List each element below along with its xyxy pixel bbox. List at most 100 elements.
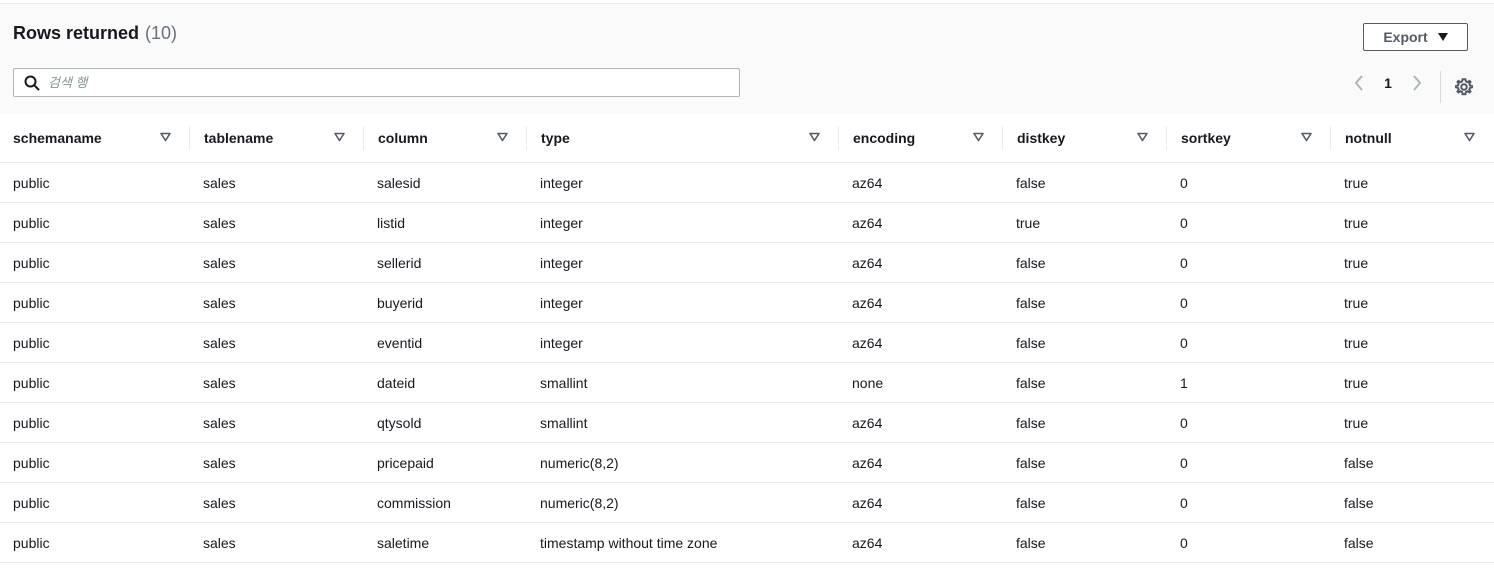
table-cell-sortkey: 0 — [1167, 402, 1331, 443]
table-cell-tablename: sales — [190, 402, 364, 443]
table-cell-type: smallint — [527, 362, 839, 403]
next-page-button[interactable] — [1406, 70, 1428, 96]
table-cell-encoding: az64 — [839, 282, 1003, 323]
sort-triangle-icon[interactable] — [973, 132, 984, 142]
table-row: public sales dateid smallint none false 1 true — [0, 362, 1494, 403]
table-cell-tablename: sales — [190, 362, 364, 403]
previous-page-button[interactable] — [1348, 70, 1370, 96]
sort-triangle-icon[interactable] — [1301, 132, 1312, 142]
column-header-column[interactable]: column — [364, 114, 527, 163]
table-cell-column: sellerid — [364, 242, 527, 283]
table-cell-tablename: sales — [190, 282, 364, 323]
table-cell-encoding: az64 — [839, 402, 1003, 443]
table-cell-encoding: az64 — [839, 322, 1003, 363]
table-cell-column: listid — [364, 202, 527, 243]
table-cell-encoding: az64 — [839, 482, 1003, 523]
table-cell-type: timestamp without time zone — [527, 522, 839, 563]
sort-triangle-icon[interactable] — [1464, 132, 1475, 142]
caret-down-icon — [1437, 33, 1448, 41]
table-cell-schemaname: public — [0, 402, 190, 443]
column-header-sortkey[interactable]: sortkey — [1167, 114, 1331, 163]
table-cell-distkey: false — [1003, 442, 1167, 483]
table-cell-schemaname: public — [0, 322, 190, 363]
table-cell-schemaname: public — [0, 482, 190, 523]
table-cell-schemaname: public — [0, 242, 190, 283]
table-cell-column: eventid — [364, 322, 527, 363]
table-row: public sales eventid integer az64 false 0 true — [0, 322, 1494, 363]
table-cell-type: integer — [527, 162, 839, 203]
table-cell-type: integer — [527, 322, 839, 363]
column-header-tablename[interactable]: tablename — [190, 114, 364, 163]
current-page-number[interactable]: 1 — [1370, 75, 1406, 91]
table-cell-sortkey: 0 — [1167, 322, 1331, 363]
table-cell-schemaname: public — [0, 202, 190, 243]
column-header-label: encoding — [853, 130, 916, 146]
table-cell-notnull: true — [1331, 202, 1494, 243]
table-cell-schemaname: public — [0, 522, 190, 563]
column-header-type[interactable]: type — [527, 114, 839, 163]
table-cell-notnull: true — [1331, 162, 1494, 203]
table-cell-schemaname: public — [0, 282, 190, 323]
table-cell-sortkey: 0 — [1167, 202, 1331, 243]
table-cell-tablename: sales — [190, 522, 364, 563]
table-cell-tablename: sales — [190, 322, 364, 363]
table-cell-notnull: false — [1331, 482, 1494, 523]
sort-triangle-icon[interactable] — [334, 132, 345, 142]
column-header-notnull[interactable]: notnull — [1331, 114, 1494, 163]
chevron-left-icon — [1354, 75, 1363, 91]
export-button[interactable]: Export — [1363, 23, 1468, 51]
search-input[interactable] — [48, 72, 728, 93]
column-header-encoding[interactable]: encoding — [839, 114, 1003, 163]
table-cell-encoding: az64 — [839, 442, 1003, 483]
export-button-label: Export — [1383, 29, 1428, 45]
table-cell-distkey: false — [1003, 282, 1167, 323]
table-row: public sales sellerid integer az64 false 0 true — [0, 242, 1494, 283]
table-cell-type: numeric(8,2) — [527, 482, 839, 523]
table-cell-sortkey: 0 — [1167, 162, 1331, 203]
table-cell-distkey: false — [1003, 522, 1167, 563]
table-cell-notnull: true — [1331, 242, 1494, 283]
sort-triangle-icon[interactable] — [1137, 132, 1148, 142]
chevron-right-icon — [1413, 75, 1422, 91]
column-header-distkey[interactable]: distkey — [1003, 114, 1167, 163]
table-cell-column: commission — [364, 482, 527, 523]
table-cell-column: salesid — [364, 162, 527, 203]
table-cell-column: saletime — [364, 522, 527, 563]
results-header: Rows returned(10) Export 1 — [0, 4, 1494, 115]
table-header-row: schemaname tablename column type encoding dis… — [0, 114, 1494, 163]
sort-triangle-icon[interactable] — [497, 132, 508, 142]
search-icon — [24, 75, 40, 91]
table-cell-type: numeric(8,2) — [527, 442, 839, 483]
table-cell-column: qtysold — [364, 402, 527, 443]
table-cell-encoding: az64 — [839, 162, 1003, 203]
table-cell-schemaname: public — [0, 442, 190, 483]
preferences-button[interactable] — [1454, 77, 1474, 97]
table-cell-type: integer — [527, 202, 839, 243]
table-cell-distkey: false — [1003, 242, 1167, 283]
table-cell-sortkey: 0 — [1167, 242, 1331, 283]
table-cell-encoding: az64 — [839, 202, 1003, 243]
table-cell-sortkey: 0 — [1167, 282, 1331, 323]
table-row: public sales pricepaid numeric(8,2) az64 fals… — [0, 442, 1494, 483]
table-cell-encoding: none — [839, 362, 1003, 403]
table-cell-schemaname: public — [0, 162, 190, 203]
table-cell-column: pricepaid — [364, 442, 527, 483]
table-cell-tablename: sales — [190, 242, 364, 283]
table-cell-schemaname: public — [0, 362, 190, 403]
sort-triangle-icon[interactable] — [160, 132, 171, 142]
table-cell-encoding: az64 — [839, 522, 1003, 563]
table-cell-notnull: true — [1331, 282, 1494, 323]
table-row: public sales buyerid integer az64 false 0 true — [0, 282, 1494, 323]
sort-triangle-icon[interactable] — [809, 132, 820, 142]
table-cell-distkey: false — [1003, 162, 1167, 203]
table-cell-distkey: true — [1003, 202, 1167, 243]
search-field[interactable] — [13, 68, 740, 97]
column-header-label: tablename — [204, 130, 274, 146]
table-cell-notnull: true — [1331, 362, 1494, 403]
table-cell-type: integer — [527, 282, 839, 323]
table-row: public sales commission numeric(8,2) az64 fal… — [0, 482, 1494, 523]
table-cell-sortkey: 1 — [1167, 362, 1331, 403]
column-header-schemaname[interactable]: schemaname — [0, 114, 190, 163]
table-cell-notnull: false — [1331, 442, 1494, 483]
column-header-label: sortkey — [1181, 130, 1231, 146]
